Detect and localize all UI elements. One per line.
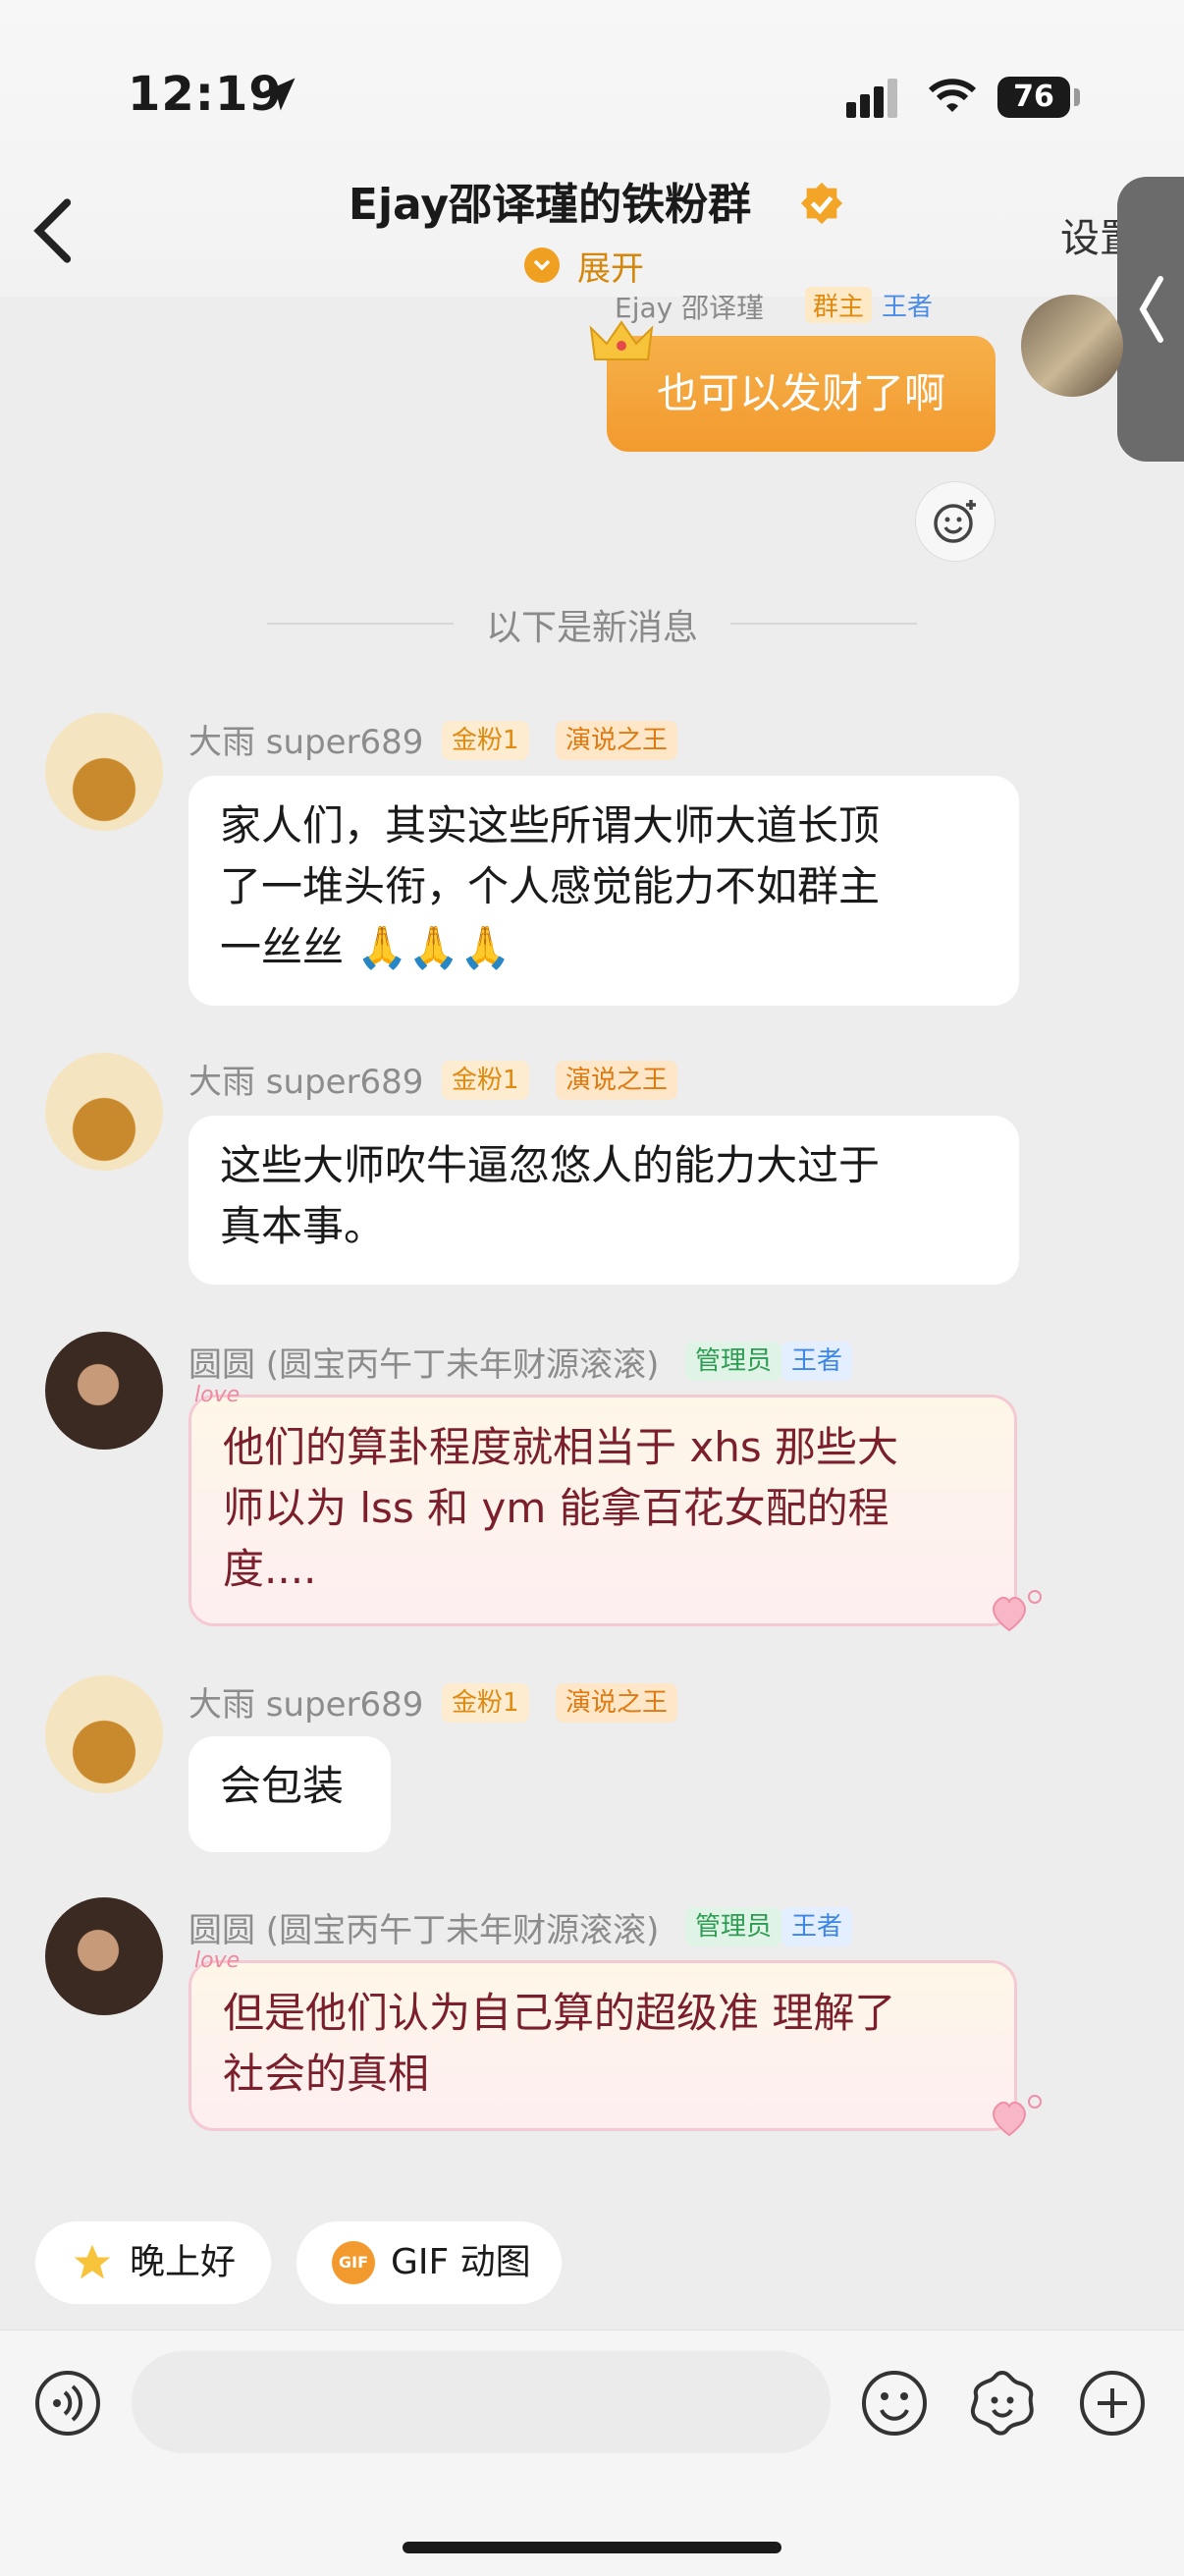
pray-emoji: 🙏 bbox=[458, 923, 511, 971]
title-badge: 演说之王 bbox=[556, 1061, 678, 1100]
emoji-icon[interactable] bbox=[860, 2369, 929, 2438]
gif-chip[interactable]: GIF GIF 动图 bbox=[296, 2221, 562, 2304]
add-reaction-button[interactable] bbox=[915, 481, 996, 562]
message-line: 但是他们认为自己算的超级准 理解了 bbox=[223, 1989, 896, 2037]
smile-plus-icon bbox=[934, 500, 976, 543]
sender-name[interactable]: 大雨 super689 bbox=[188, 715, 423, 763]
pray-emoji: 🙏 bbox=[407, 923, 459, 971]
star-emoji-icon bbox=[74, 2244, 111, 2279]
sender-name[interactable]: 大雨 super689 bbox=[188, 1677, 423, 1726]
message-bubble[interactable]: 他们的算卦程度就相当于 xhs 那些大 师以为 lss 和 ym 能拿百花女配的… bbox=[188, 1395, 1017, 1626]
avatar[interactable] bbox=[45, 1332, 163, 1450]
hearts-decoration-icon bbox=[993, 1590, 1042, 1632]
gif-icon: GIF bbox=[332, 2241, 375, 2284]
message-line: 了一堆头衔，个人感觉能力不如群主 bbox=[220, 862, 881, 910]
message-bubble[interactable]: 但是他们认为自己算的超级准 理解了 社会的真相 bbox=[188, 1960, 1017, 2131]
side-panel-handle[interactable] bbox=[1117, 177, 1184, 462]
new-messages-divider: 以下是新消息 bbox=[485, 608, 698, 648]
title-badge: 演说之王 bbox=[556, 1683, 678, 1723]
avatar[interactable] bbox=[45, 1053, 163, 1171]
message-line: 师以为 lss 和 ym 能拿百花女配的程 bbox=[223, 1484, 889, 1532]
message-line: 他们的算卦程度就相当于 xhs 那些大 bbox=[223, 1423, 899, 1471]
quick-reply-chip[interactable]: 晚上好 bbox=[35, 2221, 271, 2304]
fan-level-badge: 金粉1 bbox=[442, 1683, 529, 1723]
home-indicator bbox=[403, 2542, 781, 2553]
chevron-left-icon bbox=[1139, 276, 1163, 343]
verified-badge-icon bbox=[800, 182, 843, 225]
love-tag: love bbox=[194, 1383, 241, 1407]
message-bubble[interactable]: 这些大师吹牛逼忽悠人的能力大过于 真本事。 bbox=[188, 1116, 1019, 1285]
sender-name[interactable]: 大雨 super689 bbox=[188, 1055, 423, 1103]
own-message-bubble[interactable]: 也可以发财了啊 bbox=[607, 336, 996, 452]
fan-level-badge: 金粉1 bbox=[442, 1061, 529, 1100]
message-line: 真本事。 bbox=[220, 1202, 386, 1250]
avatar[interactable] bbox=[45, 1675, 163, 1793]
admin-badge: 管理员 bbox=[685, 1907, 782, 1946]
message-input[interactable] bbox=[132, 2351, 831, 2453]
king-badge: 王者 bbox=[781, 1342, 853, 1381]
own-avatar[interactable] bbox=[1021, 295, 1123, 397]
gif-chip-label: GIF 动图 bbox=[391, 2242, 531, 2282]
plus-icon[interactable] bbox=[1078, 2369, 1147, 2438]
divider-line-left bbox=[267, 623, 454, 625]
crown-icon bbox=[589, 320, 654, 360]
wifi-icon bbox=[928, 79, 977, 112]
message-line: 这些大师吹牛逼忽悠人的能力大过于 bbox=[220, 1141, 881, 1189]
battery-tip bbox=[1074, 88, 1080, 106]
location-arrow-icon bbox=[262, 78, 296, 111]
message-line: 一丝丝 🙏🙏🙏 bbox=[220, 917, 988, 978]
battery-indicator: 76 bbox=[997, 77, 1070, 118]
message-bubble[interactable]: 家人们，其实这些所谓大师大道长顶 了一堆头衔，个人感觉能力不如群主 一丝丝 🙏🙏… bbox=[188, 776, 1019, 1006]
hearts-decoration-icon bbox=[993, 2095, 1042, 2137]
king-badge: 王者 bbox=[882, 293, 934, 322]
expand-button[interactable]: 展开 bbox=[577, 242, 644, 290]
message-line: 度.... bbox=[223, 1545, 317, 1593]
signal-icon bbox=[846, 79, 897, 118]
king-badge: 王者 bbox=[781, 1907, 853, 1946]
back-icon[interactable] bbox=[29, 196, 75, 265]
avatar[interactable] bbox=[45, 1897, 163, 2015]
chevron-down-icon[interactable] bbox=[524, 247, 560, 283]
voice-icon[interactable] bbox=[33, 2369, 102, 2438]
message-line: 家人们，其实这些所谓大师大道长顶 bbox=[220, 801, 881, 850]
love-tag: love bbox=[194, 1948, 241, 1973]
quick-reply-label: 晚上好 bbox=[130, 2242, 237, 2282]
message-bubble[interactable]: 会包装 bbox=[188, 1736, 391, 1852]
avatar[interactable] bbox=[45, 713, 163, 831]
sticker-icon[interactable] bbox=[966, 2367, 1039, 2439]
owner-badge: 群主 bbox=[805, 287, 873, 323]
fan-level-badge: 金粉1 bbox=[442, 721, 529, 760]
sender-name[interactable]: 圆圆 (圆宝丙午丁未年财源滚滚) bbox=[188, 1338, 659, 1386]
title-badge: 演说之王 bbox=[556, 721, 678, 760]
message-line-text: 一丝丝 bbox=[220, 923, 345, 971]
pray-emoji: 🙏 bbox=[356, 923, 408, 971]
message-line: 社会的真相 bbox=[223, 2050, 430, 2098]
message-line: 会包装 bbox=[220, 1762, 345, 1810]
admin-badge: 管理员 bbox=[685, 1342, 782, 1381]
sender-name[interactable]: 圆圆 (圆宝丙午丁未年财源滚滚) bbox=[188, 1903, 659, 1951]
divider-line-right bbox=[730, 623, 917, 625]
group-title: Ejay邵译瑾的铁粉群 bbox=[348, 180, 752, 230]
